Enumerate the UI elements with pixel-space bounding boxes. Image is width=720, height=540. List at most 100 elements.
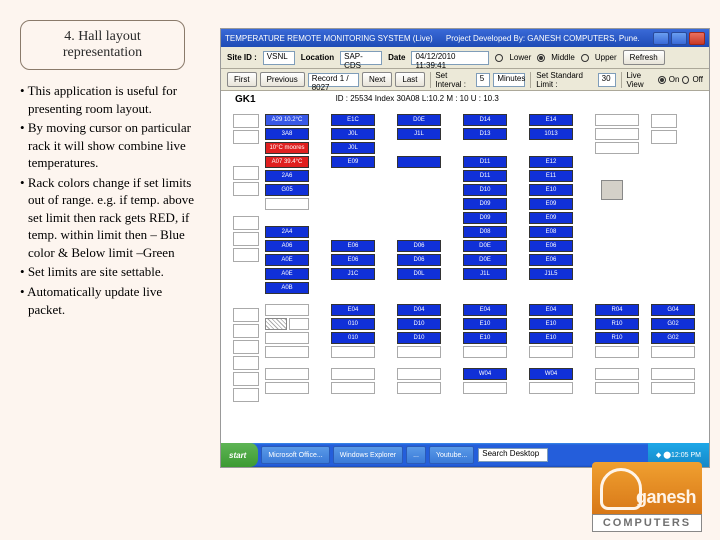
rack[interactable]: D04	[397, 304, 441, 316]
rack[interactable]: 3A8	[265, 128, 309, 140]
setinterval-unit[interactable]: Minutes	[493, 73, 525, 87]
rack[interactable]: D06	[397, 240, 441, 252]
next-button[interactable]: Next	[362, 72, 392, 87]
rack[interactable]: R10	[595, 332, 639, 344]
rack[interactable]: 2A6	[265, 170, 309, 182]
rack[interactable]: E10	[529, 318, 573, 330]
empty-rack	[397, 368, 441, 380]
prev-button[interactable]: Previous	[260, 72, 305, 87]
empty-rack	[265, 382, 309, 394]
rack[interactable]: E10	[529, 332, 573, 344]
rack[interactable]: D09	[463, 212, 507, 224]
rack[interactable]: J0L	[331, 128, 375, 140]
rack[interactable]: D11	[463, 156, 507, 168]
off-radio[interactable]	[682, 76, 689, 84]
rack[interactable]: D10	[397, 332, 441, 344]
rack[interactable]: D0E	[463, 240, 507, 252]
upper-radio[interactable]	[581, 54, 589, 62]
rack[interactable]	[397, 156, 441, 168]
rack[interactable]: E09	[529, 212, 573, 224]
rack[interactable]: E06	[529, 240, 573, 252]
rack[interactable]: G05	[265, 184, 309, 196]
rack[interactable]: E06	[331, 254, 375, 266]
start-button[interactable]: start	[221, 443, 258, 467]
location-input[interactable]: SAP-CDS	[340, 51, 382, 65]
rack[interactable]: E1C	[331, 114, 375, 126]
rack[interactable]: D0E	[397, 114, 441, 126]
first-button[interactable]: First	[227, 72, 257, 87]
stdlimit-input[interactable]: 30	[598, 73, 616, 87]
taskbar-item[interactable]: ...	[406, 446, 426, 464]
rack[interactable]: D11	[463, 170, 507, 182]
empty-rack	[233, 130, 259, 144]
last-button[interactable]: Last	[395, 72, 424, 87]
rack[interactable]: 10°C moores	[265, 142, 309, 154]
rack[interactable]: E14	[529, 114, 573, 126]
middle-radio[interactable]	[537, 54, 545, 62]
rack[interactable]: A06	[265, 240, 309, 252]
rack[interactable]: G04	[651, 304, 695, 316]
gray-box	[601, 180, 623, 200]
taskbar-item[interactable]: Windows Explorer	[333, 446, 403, 464]
rack[interactable]: D06	[397, 254, 441, 266]
empty-rack	[331, 368, 375, 380]
rack[interactable]: W04	[463, 368, 507, 380]
rack[interactable]: J1L5	[529, 268, 573, 280]
rack[interactable]: D14	[463, 114, 507, 126]
minimize-icon[interactable]	[653, 32, 669, 45]
rack[interactable]: 010	[331, 332, 375, 344]
rack[interactable]: D0E	[463, 254, 507, 266]
empty-rack	[529, 382, 573, 394]
rack[interactable]: G02	[651, 332, 695, 344]
rack[interactable]: D10	[397, 318, 441, 330]
rack[interactable]: R10	[595, 318, 639, 330]
rack[interactable]: E12	[529, 156, 573, 168]
lower-radio[interactable]	[495, 54, 503, 62]
rack[interactable]: J1L	[463, 268, 507, 280]
rack[interactable]: D10	[463, 184, 507, 196]
rack[interactable]: A0B	[265, 282, 309, 294]
rack[interactable]: E04	[463, 304, 507, 316]
rack[interactable]: E06	[529, 254, 573, 266]
setinterval-input[interactable]: 5	[476, 73, 491, 87]
rack[interactable]: E04	[331, 304, 375, 316]
rack[interactable]: E09	[529, 198, 573, 210]
rack[interactable]: E10	[529, 184, 573, 196]
rack[interactable]: W04	[529, 368, 573, 380]
bullet-item: This application is useful for presentin…	[20, 82, 195, 117]
rack[interactable]: A0E	[265, 268, 309, 280]
rack[interactable]: A0E	[265, 254, 309, 266]
rack[interactable]: 1013	[529, 128, 573, 140]
site-input[interactable]: VSNL	[263, 51, 295, 65]
rack[interactable]: J0L	[331, 142, 375, 154]
rack[interactable]: D09	[463, 198, 507, 210]
search-desktop[interactable]: Search Desktop	[478, 448, 548, 462]
maximize-icon[interactable]	[671, 32, 687, 45]
taskbar-item[interactable]: Youtube...	[429, 446, 474, 464]
taskbar-item[interactable]: Microsoft Office...	[261, 446, 329, 464]
rack[interactable]: E04	[529, 304, 573, 316]
rack[interactable]: D0L	[397, 268, 441, 280]
rack[interactable]: E09	[331, 156, 375, 168]
rack[interactable]: R04	[595, 304, 639, 316]
rack[interactable]: 2A4	[265, 226, 309, 238]
hall-layout: A29 10.2°C 3A8 10°C moores A07 39.4°C 2A…	[221, 108, 709, 418]
rack[interactable]: A29 10.2°C	[265, 114, 309, 126]
rack[interactable]: G02	[651, 318, 695, 330]
rack[interactable]: E10	[463, 318, 507, 330]
rack[interactable]: E06	[331, 240, 375, 252]
rack[interactable]: E11	[529, 170, 573, 182]
rack[interactable]: D08	[463, 226, 507, 238]
rack[interactable]: J1C	[331, 268, 375, 280]
date-input[interactable]: 04/12/2010 11:39:41	[411, 51, 489, 65]
close-icon[interactable]	[689, 32, 705, 45]
on-radio[interactable]	[658, 76, 666, 84]
refresh-button[interactable]: Refresh	[623, 50, 665, 65]
rack[interactable]: D13	[463, 128, 507, 140]
rack[interactable]: J1L	[397, 128, 441, 140]
rack[interactable]: E10	[463, 332, 507, 344]
stdlimit-label: Set Standard Limit :	[536, 71, 594, 89]
rack[interactable]: 010	[331, 318, 375, 330]
rack[interactable]: E08	[529, 226, 573, 238]
rack[interactable]: A07 39.4°C	[265, 156, 309, 168]
